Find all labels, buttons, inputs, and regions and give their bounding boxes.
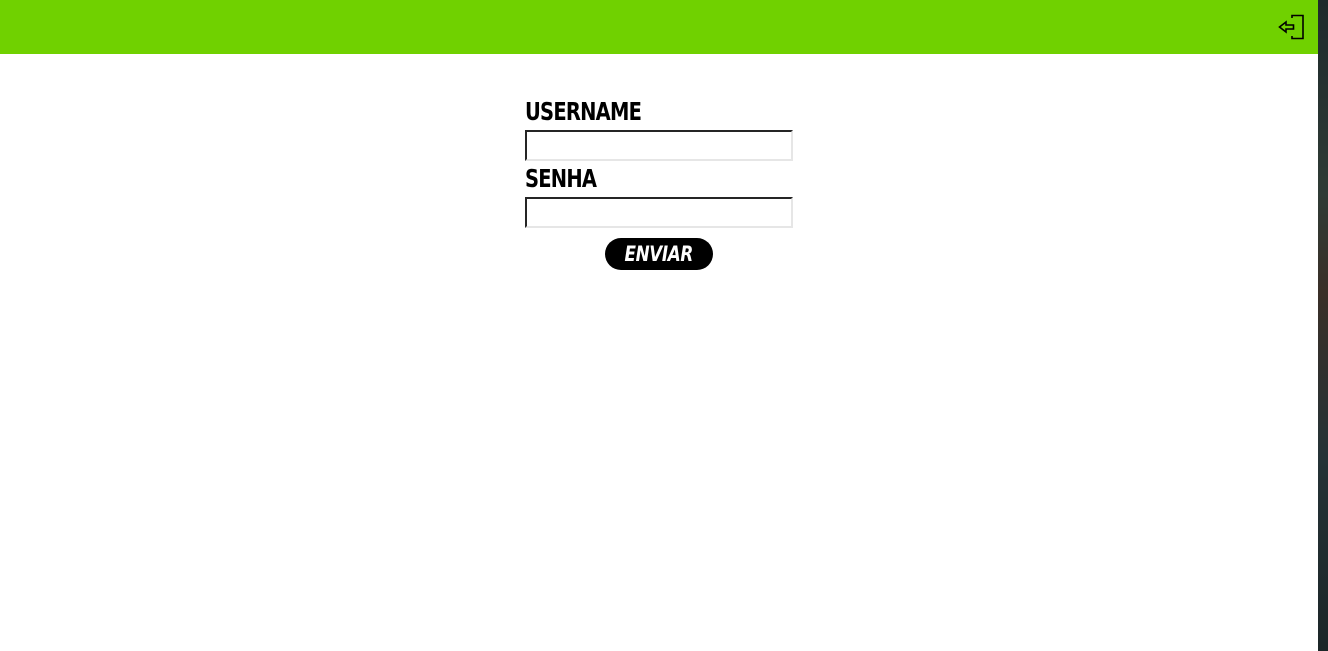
top-bar bbox=[0, 0, 1318, 54]
page: USERNAME SENHA ENVIAR bbox=[0, 0, 1328, 651]
login-form: USERNAME SENHA ENVIAR bbox=[525, 94, 793, 270]
submit-row: ENVIAR bbox=[525, 238, 793, 270]
username-label: USERNAME bbox=[525, 97, 642, 126]
background-edge bbox=[1318, 0, 1328, 651]
submit-button-label: ENVIAR bbox=[624, 242, 694, 266]
password-input[interactable] bbox=[525, 197, 793, 228]
submit-button[interactable]: ENVIAR bbox=[605, 238, 713, 270]
password-label: SENHA bbox=[525, 164, 597, 193]
logout-icon[interactable] bbox=[1278, 14, 1306, 40]
username-input[interactable] bbox=[525, 130, 793, 161]
